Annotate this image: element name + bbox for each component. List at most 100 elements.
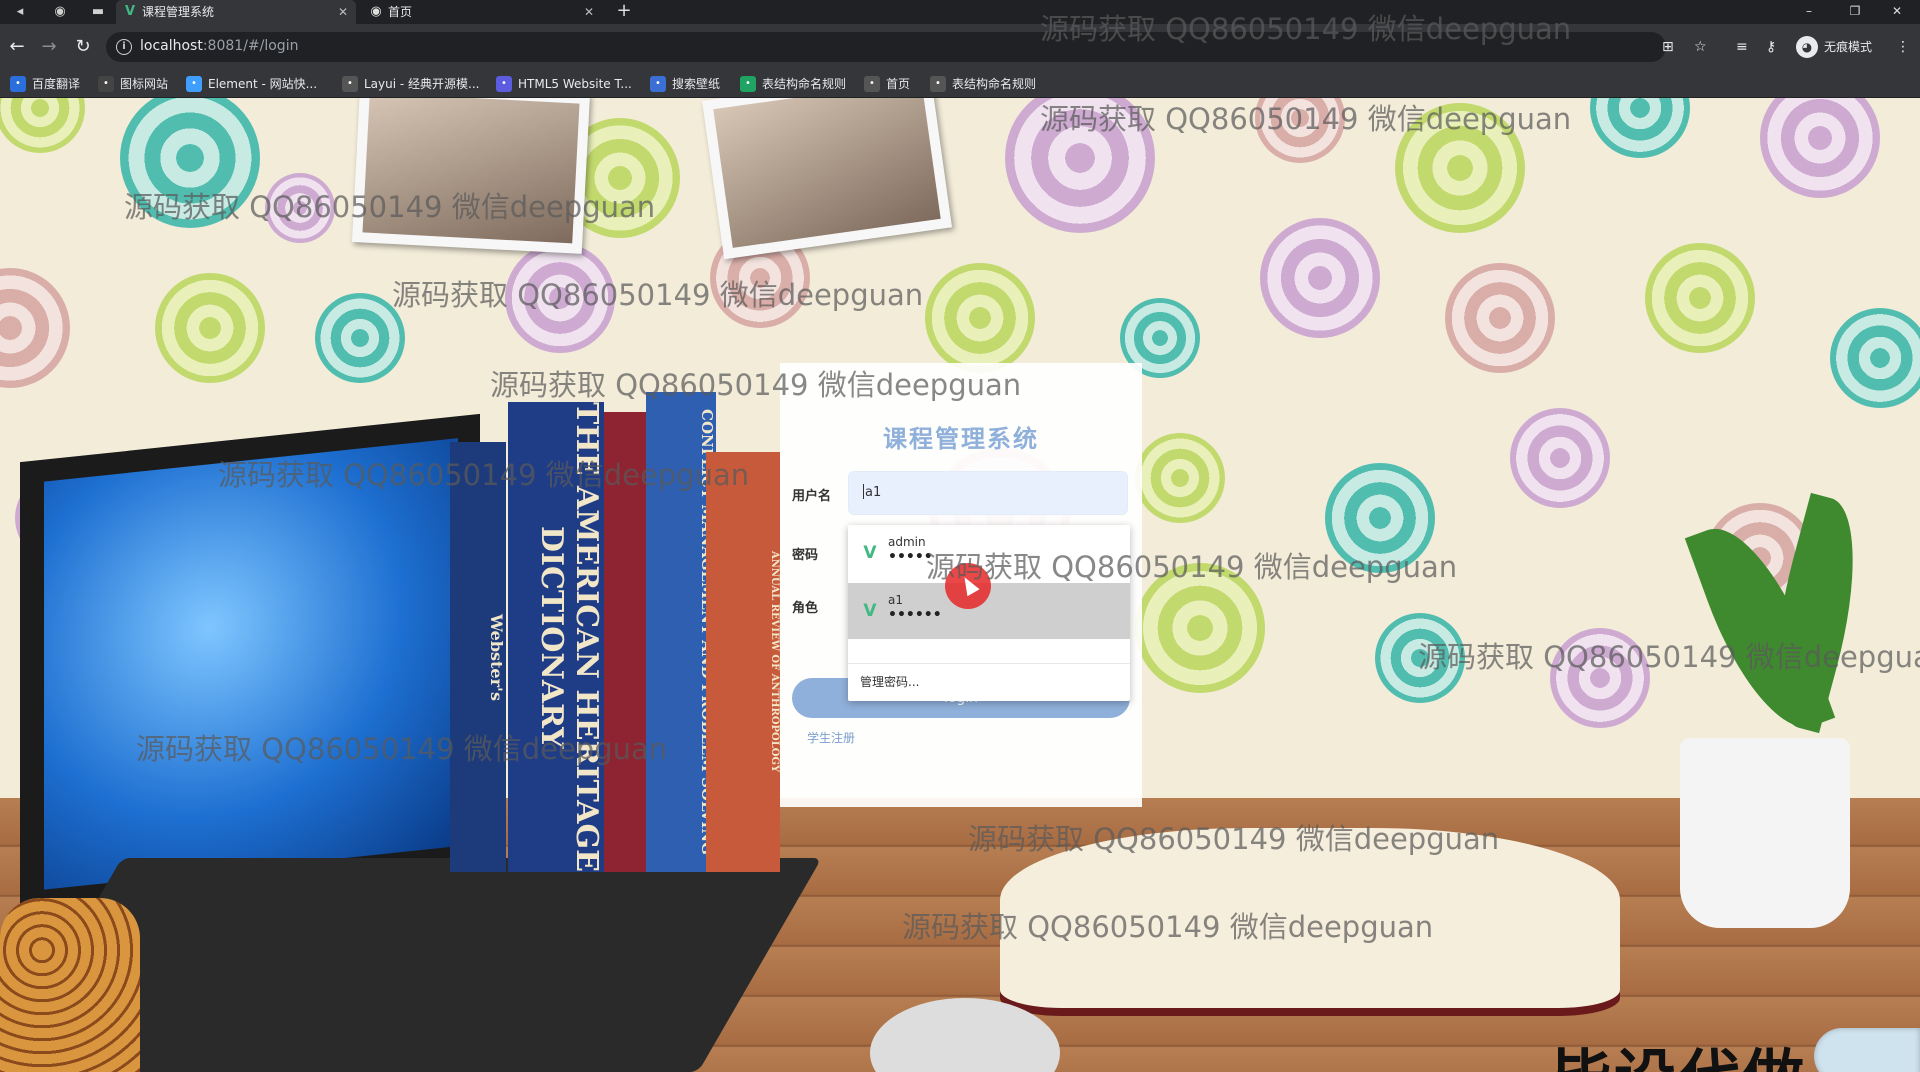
profile-label: 无痕模式 [1824,40,1873,54]
watermark-text: 源码获取 QQ86050149 微信deepguan [136,732,668,766]
watermark-text: 源码获取 QQ86050149 微信deepguan [490,368,1022,402]
system-title: 课程管理系统 [883,425,1039,453]
username-value: a1 [865,485,882,500]
watermark-text: 源码获取 QQ86050149 微信deepguan [968,822,1500,856]
autofill-username: admin [888,535,926,549]
bookmark-label: 百度翻译 [32,77,81,91]
bookmark-item[interactable]: • 百度翻译 [10,75,80,93]
key-icon[interactable]: ⚷ [1766,38,1776,56]
watermark-text: 源码获取 QQ86050149 微信deepguan [1040,102,1572,136]
plant-pot [1680,738,1850,928]
forward-icon[interactable]: → [38,36,60,58]
background-circle [925,263,1035,373]
manage-passwords-link[interactable]: 管理密码... [848,663,1130,701]
watermark-text: 源码获取 QQ86050149 微信deepguan [392,278,924,312]
bookmark-item[interactable]: • HTML5 Website T... [496,75,632,93]
background-circle [1260,218,1380,338]
username-label: 用户名 [792,489,832,504]
reading-list-icon[interactable]: ≡ [1736,38,1748,56]
role-label: 角色 [792,601,819,616]
autofill-username: a1 [888,593,903,607]
wallpaper-icon: • [650,76,666,92]
watermark-text: 源码获取 QQ86050149 微信deepguan [124,190,656,224]
restore-button[interactable]: ❐ [1832,0,1878,24]
bookmark-label: 图标网站 [120,77,169,91]
giraffe-toy [0,898,140,1072]
url-path: :8081/#/login [202,38,299,54]
vue-logo-icon: V [863,601,877,621]
window-icon[interactable]: ▬ [88,2,108,22]
bookmark-item[interactable]: • 图标网站 [98,75,168,93]
bookmarks-bar: • 百度翻译 • 图标网站 • Element - 网站快... • Layui - 经典开源… [0,70,1920,98]
html5-icon: • [496,76,512,92]
bookmark-item[interactable]: • 搜索壁纸 [650,75,720,93]
tab-title: 首页 [388,5,413,19]
password-label: 密码 [792,548,819,563]
layui-icon: • [342,76,358,92]
incognito-profile[interactable]: ◕ 无痕模式 [1796,35,1872,59]
globe-icon: ◉ [370,4,382,19]
vue-logo-icon: V [863,543,877,563]
back-icon[interactable]: ← [6,36,28,58]
bookmark-item[interactable]: • 表结构命名规则 [740,75,846,93]
close-tab-icon[interactable]: ✕ [338,0,348,24]
stamp-text: 毕设代做 [1550,1028,1806,1072]
book-annual-review: ANNUAL REVIEW OF ANTHROPOLOGY [706,452,780,872]
globe-icon[interactable]: ◉ [50,2,70,22]
translate-icon: • [10,76,26,92]
close-tab-icon[interactable]: ✕ [584,0,594,24]
student-register-link[interactable]: 学生注册 [807,729,855,746]
vue-logo-icon: V [124,4,136,19]
globe-icon: • [930,76,946,92]
minimize-button[interactable]: – [1786,0,1832,24]
browser-toolbar: ← → ↻ i localhost:8081/#/login ⊞ ☆ ≡ ⚷ ◕… [0,24,1920,70]
tab-home[interactable]: ◉ 首页 ✕ [362,0,602,24]
watermark-text: 源码获取 QQ86050149 微信deepguan [1040,12,1572,46]
bookmark-label: 表结构命名规则 [952,77,1037,91]
bookmark-item[interactable]: • 首页 [864,75,910,93]
book-webster: Webster's [450,442,506,872]
background-circle [1830,308,1920,408]
url-host: localhost [140,38,203,54]
element-icon: • [186,76,202,92]
autofill-password-mask: •••••• [888,607,942,623]
background-circle [1445,263,1555,373]
site-info-icon[interactable]: i [116,39,132,55]
reload-icon[interactable]: ↻ [72,36,94,58]
background-circle [1510,408,1610,508]
sheet-icon: • [740,76,756,92]
incognito-icon: ◕ [1796,36,1818,58]
watermark-text: 源码获取 QQ86050149 微信deepguan [902,910,1434,944]
background-circle [155,273,265,383]
bookmark-star-icon[interactable]: ☆ [1694,38,1707,56]
watermark-text: 源码获取 QQ86050149 微信deepguan [218,458,750,492]
translate-icon[interactable]: ⊞ [1662,38,1674,56]
background-circle [1135,433,1225,523]
new-tab-button[interactable]: + [612,0,636,24]
bookmark-item[interactable]: • Element - 网站快... [186,75,317,93]
bookmark-label: HTML5 Website T... [518,77,632,91]
watermark-text: 源码获取 QQ86050149 微信deepguan [926,550,1458,584]
tab-strip: ◂ ◉ ▬ V 课程管理系统 ✕ ◉ 首页 ✕ + – ❐ ✕ [0,0,1920,24]
watermark-text: 源码获取 QQ86050149 微信deepguan [1418,640,1920,674]
bookmark-label: 首页 [886,77,911,91]
side-toggle-widget[interactable] [1814,1028,1920,1072]
background-circle [1645,243,1755,353]
photo-smiling-girl [701,98,953,260]
tab-course-system[interactable]: V 课程管理系统 ✕ [116,0,356,24]
bookmark-item[interactable]: • Layui - 经典开源模... [342,75,479,93]
background-circle [1590,98,1690,158]
flag-icon: • [98,76,114,92]
bookmark-label: 搜索壁纸 [672,77,721,91]
bookmark-label: Element - 网站快... [208,77,318,91]
bookmark-label: Layui - 经典开源模... [364,77,480,91]
background-circle [0,98,85,153]
background-circle [0,268,70,388]
username-input[interactable]: a1 [848,471,1128,515]
background-circle [1760,98,1880,198]
bookmark-item[interactable]: • 表结构命名规则 [930,75,1036,93]
menu-kebab-icon[interactable]: ⋮ [1896,38,1910,56]
audio-icon[interactable]: ◂ [10,2,30,22]
photo-woman-megaphone [351,98,591,254]
close-window-button[interactable]: ✕ [1874,0,1920,24]
